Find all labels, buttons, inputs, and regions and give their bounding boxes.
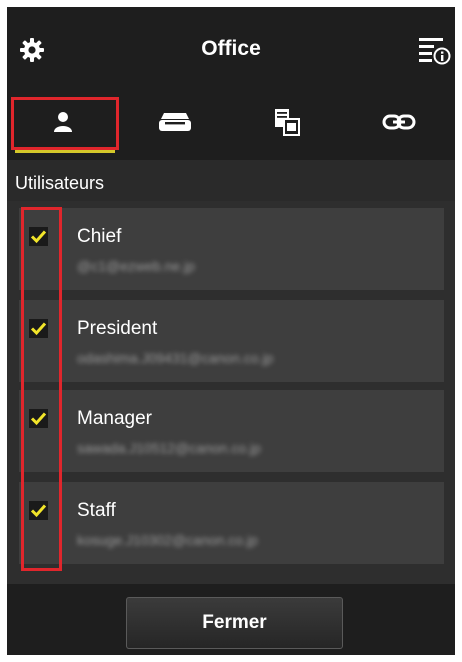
user-name: President	[77, 318, 158, 339]
footer-bar: Fermer	[7, 584, 455, 655]
list-item[interactable]: Staff kosuge.J10302@canon.co.jp	[19, 482, 444, 564]
user-email: odashima.J09431@canon.co.jp	[77, 350, 274, 366]
user-list: Chief @c1@ezweb.ne.jp President odashima…	[7, 201, 455, 584]
tab-links[interactable]	[343, 92, 455, 152]
user-checkbox[interactable]	[29, 227, 48, 246]
user-checkbox[interactable]	[29, 319, 48, 338]
checkmark-icon	[30, 504, 47, 518]
tab-printers[interactable]	[119, 92, 231, 152]
section-label: Utilisateurs	[15, 173, 105, 193]
list-item[interactable]: Manager sawada.J10512@canon.co.jp	[19, 390, 444, 472]
user-name: Chief	[77, 226, 122, 247]
user-email: kosuge.J10302@canon.co.jp	[77, 532, 258, 548]
tab-selected-indicator	[15, 150, 115, 153]
menu-info-icon[interactable]	[417, 35, 451, 65]
list-item[interactable]: President odashima.J09431@canon.co.jp	[19, 300, 444, 382]
list-item[interactable]: Chief @c1@ezweb.ne.jp	[19, 208, 444, 290]
user-checkbox[interactable]	[29, 409, 48, 428]
tab-bar	[7, 92, 455, 160]
close-button[interactable]: Fermer	[126, 597, 343, 649]
checkmark-icon	[30, 412, 47, 426]
user-email: @c1@ezweb.ne.jp	[77, 258, 195, 274]
copy-document-icon	[275, 109, 300, 136]
link-icon	[382, 114, 416, 130]
annotation-tab-highlight	[11, 97, 119, 150]
user-checkbox[interactable]	[29, 501, 48, 520]
printer-icon	[159, 113, 191, 131]
app-screen: Office Utilisateurs Chief @c1@ezweb.ne.j…	[7, 7, 455, 655]
checkmark-icon	[30, 230, 47, 244]
checkmark-icon	[30, 322, 47, 336]
tab-functions[interactable]	[231, 92, 343, 152]
user-email: sawada.J10512@canon.co.jp	[77, 440, 261, 456]
header-bar: Office	[7, 7, 455, 92]
page-title: Office	[201, 37, 261, 60]
user-name: Manager	[77, 408, 152, 429]
user-name: Staff	[77, 500, 116, 521]
